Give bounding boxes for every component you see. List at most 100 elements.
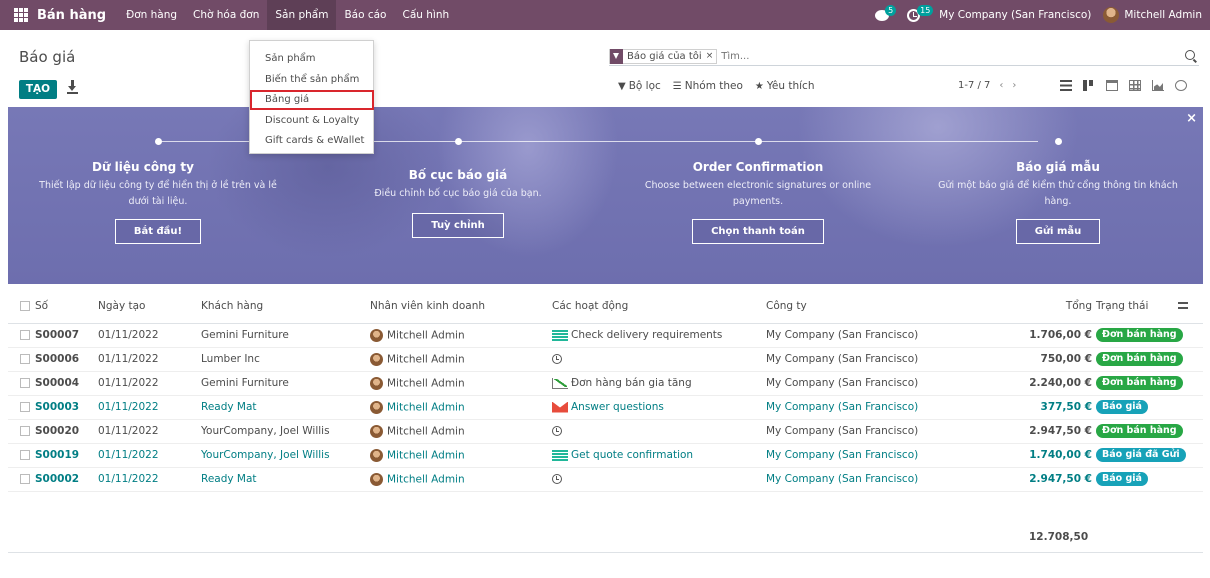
menu-to-invoice[interactable]: Chờ hóa đơn <box>185 0 267 30</box>
select-all-checkbox[interactable] <box>8 290 35 324</box>
menu-orders[interactable]: Đơn hàng <box>118 0 185 30</box>
activity-cell[interactable]: Đơn hàng bán gia tăng <box>552 371 766 396</box>
activity-cell[interactable]: Check delivery requirements <box>552 323 766 348</box>
clock-icon[interactable] <box>552 354 562 364</box>
filters-button[interactable]: ▼ Bộ lọc <box>618 80 661 92</box>
status-badge: Đơn bán hàng <box>1096 424 1183 438</box>
menu-reporting[interactable]: Báo cáo <box>336 0 394 30</box>
order-date: 01/11/2022 <box>98 371 201 396</box>
graph-view-icon[interactable] <box>1152 80 1164 91</box>
page-title: Báo giá <box>19 48 76 66</box>
company-name: My Company (San Francisco) <box>766 419 976 444</box>
activity-view-icon[interactable] <box>1175 80 1187 91</box>
row-checkbox[interactable] <box>8 347 35 372</box>
col-number[interactable]: Số <box>35 290 98 324</box>
pager-next-button[interactable]: › <box>1012 80 1016 91</box>
order-total: 750,00 € <box>976 347 1096 372</box>
group-by-button[interactable]: ☰ Nhóm theo <box>673 80 743 92</box>
table-row[interactable]: S00007 01/11/2022 Gemini Furniture Mitchell… <box>8 323 1203 348</box>
activity-cell[interactable]: Get quote confirmation <box>552 443 766 468</box>
table-footer-divider <box>8 552 1203 553</box>
table-row[interactable]: S00020 01/11/2022 YourCompany, Joel Willis… <box>8 419 1203 444</box>
table-row[interactable]: S00003 01/11/2022 Ready Mat Mitchell Admin A… <box>8 395 1203 420</box>
user-avatar[interactable] <box>1103 7 1120 23</box>
salesperson: Mitchell Admin <box>370 467 552 492</box>
optional-columns-icon[interactable] <box>1177 300 1189 310</box>
user-menu[interactable]: Mitchell Admin <box>1124 9 1202 21</box>
dropdown-item-product-variants[interactable]: Biến thể sản phẩm <box>250 70 373 91</box>
facet-remove-button[interactable]: × <box>706 51 717 61</box>
email-icon[interactable] <box>552 401 568 413</box>
app-name[interactable]: Bán hàng <box>37 8 106 23</box>
menu-products[interactable]: Sản phẩm <box>267 0 337 30</box>
activity-cell[interactable] <box>552 419 766 444</box>
menu-configuration[interactable]: Cấu hình <box>394 0 457 30</box>
col-customer[interactable]: Khách hàng <box>201 290 370 324</box>
create-button[interactable]: TẠO <box>19 80 57 99</box>
upsell-chart-icon[interactable] <box>552 377 568 389</box>
dropdown-item-pricelists[interactable]: Bảng giá <box>250 90 374 111</box>
row-checkbox[interactable] <box>8 443 35 468</box>
salesperson-name: Mitchell Admin <box>387 449 465 461</box>
status-cell: Đơn bán hàng <box>1096 323 1203 348</box>
salesperson-name: Mitchell Admin <box>387 353 465 365</box>
avatar <box>370 352 383 366</box>
step-title: Báo giá mẫu <box>1016 160 1100 174</box>
chat-icon[interactable]: 5 <box>875 5 897 22</box>
dropdown-item-gift-cards[interactable]: Gift cards & eWallet <box>250 131 373 152</box>
row-checkbox[interactable] <box>8 323 35 348</box>
status-cell: Báo giá <box>1096 395 1203 420</box>
col-activities[interactable]: Các hoạt động <box>552 290 766 324</box>
salesperson-name: Mitchell Admin <box>387 329 465 341</box>
dropdown-item-discount-loyalty[interactable]: Discount & Loyalty <box>250 111 373 132</box>
search-icon[interactable] <box>1185 50 1195 60</box>
activity-cell[interactable] <box>552 467 766 492</box>
activity-cell[interactable]: Answer questions <box>552 395 766 420</box>
row-checkbox[interactable] <box>8 467 35 492</box>
calendar-view-icon[interactable] <box>1106 80 1118 91</box>
company-name: My Company (San Francisco) <box>766 467 976 492</box>
col-date[interactable]: Ngày tạo <box>98 290 201 324</box>
activity-clock-icon[interactable]: 15 <box>907 5 934 22</box>
table-row[interactable]: S00004 01/11/2022 Gemini Furniture Mitchell… <box>8 371 1203 396</box>
pager-previous-button[interactable]: ‹ <box>999 80 1003 91</box>
table-row[interactable]: S00002 01/11/2022 Ready Mat Mitchell Admin M… <box>8 467 1203 492</box>
start-button[interactable]: Bắt đầu! <box>114 219 202 244</box>
table-row[interactable]: S00019 01/11/2022 YourCompany, Joel Willis… <box>8 443 1203 468</box>
activity-cell[interactable] <box>552 347 766 372</box>
row-checkbox[interactable] <box>8 371 35 396</box>
apps-grid-icon[interactable] <box>14 8 28 22</box>
send-sample-button[interactable]: Gửi mẫu <box>1015 219 1101 244</box>
checklist-icon[interactable] <box>552 449 568 461</box>
search-facet: Báo giá của tôi × <box>609 48 718 64</box>
table-header-row: Số Ngày tạo Khách hàng Nhân viên kinh do… <box>8 290 1203 324</box>
status-cell: Đơn bán hàng <box>1096 347 1203 372</box>
row-checkbox[interactable] <box>8 395 35 420</box>
company-switcher[interactable]: My Company (San Francisco) <box>939 9 1091 21</box>
list-view-icon[interactable] <box>1060 80 1072 91</box>
step-title: Dữ liệu công ty <box>92 160 194 174</box>
kanban-view-icon[interactable] <box>1083 80 1095 91</box>
customize-button[interactable]: Tuỳ chỉnh <box>412 213 504 238</box>
favorites-button[interactable]: ★ Yêu thích <box>755 80 815 92</box>
salesperson-name: Mitchell Admin <box>387 473 465 485</box>
pager: 1-7 / 7 ‹ › <box>958 80 1016 91</box>
close-icon[interactable]: × <box>1186 111 1197 126</box>
table-row[interactable]: S00006 01/11/2022 Lumber Inc Mitchell Admin… <box>8 347 1203 372</box>
pager-value[interactable]: 1-7 / 7 <box>958 80 990 91</box>
download-icon[interactable] <box>66 80 80 94</box>
clock-icon[interactable] <box>552 474 562 484</box>
col-total[interactable]: Tổng <box>976 290 1096 324</box>
row-checkbox[interactable] <box>8 419 35 444</box>
choose-payment-button[interactable]: Chọn thanh toán <box>692 219 824 244</box>
step-dot <box>454 138 462 145</box>
pivot-view-icon[interactable] <box>1129 80 1141 91</box>
step-description: Choose between electronic signatures or … <box>644 180 872 207</box>
col-company[interactable]: Công ty <box>766 290 976 324</box>
checklist-icon[interactable] <box>552 329 568 341</box>
col-salesperson[interactable]: Nhân viên kinh doanh <box>370 290 552 324</box>
dropdown-item-products[interactable]: Sản phẩm <box>250 49 373 70</box>
clock-icon[interactable] <box>552 426 562 436</box>
order-total: 377,50 € <box>976 395 1096 420</box>
search-input[interactable] <box>721 50 1022 62</box>
